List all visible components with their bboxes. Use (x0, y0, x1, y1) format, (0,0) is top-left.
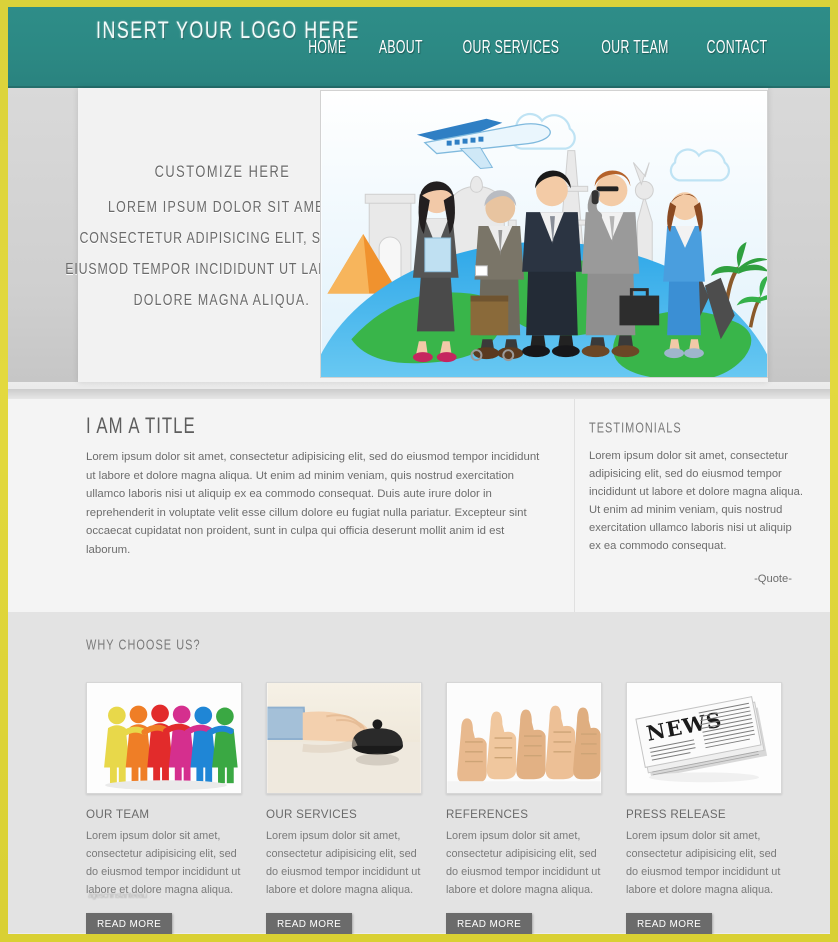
hero-left-gutter (8, 88, 78, 382)
feature-card-press-release: NEWS PRESS RELEASE Lorem ipsum dolor sit… (626, 682, 782, 934)
hand-service-bell-photo (266, 682, 422, 794)
nav-item-about[interactable]: ABOUT (379, 37, 423, 58)
hero-right-gutter (768, 88, 830, 382)
person-businesswoman-right (663, 192, 705, 359)
page-body: INSERT YOUR LOGO HERE HOME ABOUT OUR SER… (8, 7, 830, 934)
testimonial-text: Lorem ipsum dolor sit amet, consectetur … (589, 450, 803, 552)
site-header: INSERT YOUR LOGO HERE HOME ABOUT OUR SER… (8, 7, 830, 88)
hero-text-block: CUSTOMIZE HERE LOREM IPSUM DOLOR SIT AME… (65, 88, 377, 382)
content-paragraph: Lorem ipsum dolor sit amet, consectetur … (86, 451, 540, 556)
feature-card-our-services: OUR SERVICES Lorem ipsum dolor sit amet,… (266, 682, 422, 934)
hero-title: CUSTOMIZE HERE (154, 162, 290, 180)
newspaper-news-photo: NEWS (626, 682, 782, 794)
why-choose-us-title: WHY CHOOSE US? (86, 638, 201, 654)
read-more-button-references[interactable]: READ MORE (446, 913, 533, 934)
feature-card-heading: REFERENCES (446, 808, 529, 821)
hero-section: CUSTOMIZE HERE LOREM IPSUM DOLOR SIT AME… (8, 88, 830, 399)
business-travel-globe-illustration (321, 91, 767, 377)
hero-image (320, 90, 768, 378)
feature-card-our-team: OUR TEAM Lorem ipsum dolor sit amet, con… (86, 682, 242, 934)
feature-card-heading: OUR TEAM (86, 808, 150, 821)
thumbs-up-hands-photo (446, 682, 602, 794)
why-choose-us-title-wrap: WHY CHOOSE US? (8, 634, 830, 664)
hero-line-4: DOLORE MAGNA ALIQUA. (133, 290, 311, 308)
feature-card-heading: PRESS RELEASE (626, 808, 726, 821)
page-title: I AM A TITLE (86, 413, 196, 438)
feature-card-list: OUR TEAM Lorem ipsum dolor sit amet, con… (8, 664, 830, 934)
nav-item-contact[interactable]: CONTACT (706, 37, 767, 58)
why-choose-us-section: WHY CHOOSE US? OUR TEAM Lorem ipsum dolo… (8, 612, 830, 934)
colorful-people-group-icon (86, 682, 242, 794)
feature-card-body: Lorem ipsum dolor sit amet, consectetur … (446, 830, 601, 896)
content-main-column: I AM A TITLE Lorem ipsum dolor sit amet,… (8, 399, 574, 612)
read-more-button-press-release[interactable]: READ MORE (626, 913, 713, 934)
feature-card-references: REFERENCES Lorem ipsum dolor sit amet, c… (446, 682, 602, 934)
feature-card-body: Lorem ipsum dolor sit amet, consectetur … (86, 830, 241, 896)
feature-card-body: Lorem ipsum dolor sit amet, consectetur … (626, 830, 781, 896)
read-more-button-our-services[interactable]: READ MORE (266, 913, 353, 934)
nav-item-our-team[interactable]: OUR TEAM (601, 37, 668, 58)
main-navigation: HOME ABOUT OUR SERVICES OUR TEAM CONTACT (304, 37, 774, 58)
hero-panel: CUSTOMIZE HERE LOREM IPSUM DOLOR SIT AME… (65, 88, 768, 382)
testimonial-attribution: -Quote- (754, 573, 792, 585)
read-more-button-our-team[interactable]: READ MORE (86, 913, 173, 934)
page-frame: INSERT YOUR LOGO HERE HOME ABOUT OUR SER… (0, 0, 838, 942)
testimonials-column: TESTIMONIALS Lorem ipsum dolor sit amet,… (574, 399, 830, 612)
testimonials-title: TESTIMONIALS (589, 421, 682, 437)
feature-card-heading: OUR SERVICES (266, 808, 358, 821)
nav-item-our-services[interactable]: OUR SERVICES (462, 37, 559, 58)
content-section: I AM A TITLE Lorem ipsum dolor sit amet,… (8, 399, 830, 612)
nav-item-home[interactable]: HOME (308, 37, 346, 58)
feature-card-body: Lorem ipsum dolor sit amet, consectetur … (266, 830, 421, 896)
